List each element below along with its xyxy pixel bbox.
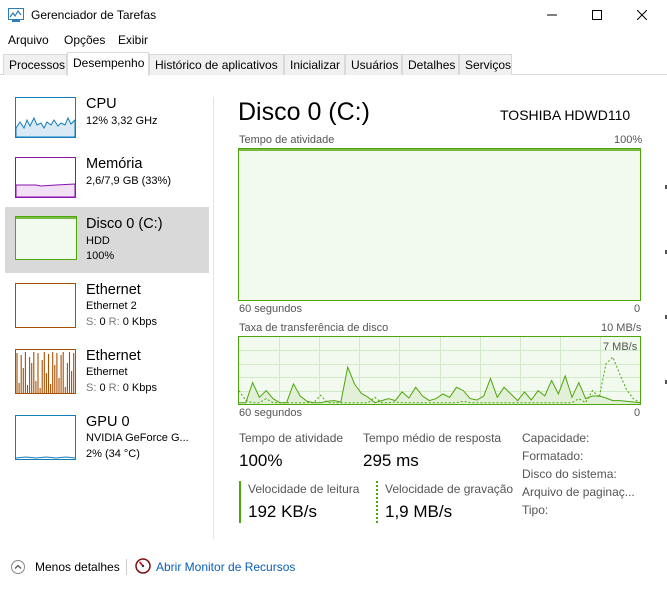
- transfer-graph-time: 60 segundos: [239, 407, 302, 419]
- menu-arquivo[interactable]: Arquivo: [8, 33, 49, 47]
- sidebar-item-ethernet-2[interactable]: Ethernet Ethernet 2 S: 0 R: 0 Kbps: [5, 279, 209, 343]
- transfer-graph-max: 10 MB/s: [601, 322, 642, 334]
- tab-processos[interactable]: Processos: [3, 54, 67, 75]
- gpu-title: GPU 0: [86, 414, 130, 430]
- maximize-button[interactable]: [574, 0, 620, 30]
- transfer-graph-min: 0: [634, 407, 641, 419]
- disk-model: TOSHIBA HDWD110: [500, 107, 631, 123]
- disk-type: HDD: [86, 235, 110, 247]
- memory-thumbnail: [15, 157, 76, 198]
- property-system-disk: Disco do sistema:: [522, 467, 617, 481]
- disk-usage: 100%: [86, 250, 115, 262]
- sidebar-item-cpu[interactable]: CPU 12% 3,32 GHz: [5, 93, 209, 157]
- ethernet-title: Ethernet: [86, 348, 141, 364]
- property-capacity: Capacidade:: [522, 431, 590, 445]
- ethernet-thumbnail: [15, 349, 76, 394]
- gpu-usage: 2% (34 °C): [86, 448, 140, 460]
- resource-monitor-icon[interactable]: [135, 558, 151, 574]
- memory-usage: 2,6/7,9 GB (33%): [86, 175, 171, 187]
- menu-opcoes[interactable]: Opções: [64, 33, 105, 47]
- activity-graph-label: Tempo de atividade: [239, 134, 335, 146]
- write-speed-indicator: [376, 481, 378, 523]
- property-page-file: Arquivo de paginaç...: [522, 485, 635, 499]
- disk-thumb-graph: [16, 217, 76, 259]
- chevron-up-icon[interactable]: [11, 560, 25, 574]
- close-button[interactable]: [619, 0, 665, 30]
- task-manager-icon: [8, 8, 24, 22]
- fewer-details-button[interactable]: Menos detalhes: [35, 560, 120, 574]
- sidebar-item-ethernet[interactable]: Ethernet Ethernet S: 0 R: 0 Kbps: [5, 345, 209, 409]
- activity-graph-plot: [239, 149, 640, 300]
- performance-sidebar: CPU 12% 3,32 GHz Memória 2,6/7,9 GB (33%…: [0, 93, 212, 473]
- open-resource-monitor-link[interactable]: Abrir Monitor de Recursos: [156, 560, 295, 574]
- transfer-graph: 7 MB/s: [238, 336, 641, 405]
- ethernet-2-throughput: S: 0 R: 0 Kbps: [86, 316, 157, 328]
- response-time-label: Tempo médio de resposta: [363, 431, 502, 445]
- write-speed-label: Velocidade de gravação: [385, 482, 514, 496]
- sidebar-item-gpu[interactable]: GPU 0 NVIDIA GeForce G... 2% (34 °C): [5, 411, 209, 475]
- ethernet-adapter: Ethernet: [86, 366, 128, 378]
- ethernet-2-adapter: Ethernet 2: [86, 300, 137, 312]
- memory-title: Memória: [86, 156, 143, 172]
- chevron-up-glyph: [14, 564, 22, 569]
- tab-historico[interactable]: Histórico de aplicativos: [149, 54, 284, 75]
- cpu-title: CPU: [86, 96, 117, 112]
- active-time-label: Tempo de atividade: [239, 431, 344, 445]
- menu-exibir[interactable]: Exibir: [118, 33, 148, 47]
- ethernet-2-title: Ethernet: [86, 282, 141, 298]
- cpu-usage: 12% 3,32 GHz: [86, 115, 158, 127]
- gpu-name: NVIDIA GeForce G...: [86, 432, 189, 444]
- tab-usuarios[interactable]: Usuários: [345, 54, 402, 75]
- activity-graph-min: 0: [634, 303, 641, 315]
- gpu-thumbnail: [15, 415, 76, 460]
- menu-bar: Arquivo Opções Exibir: [0, 30, 667, 50]
- tab-strip: Processos Desempenho Histórico de aplica…: [0, 52, 667, 76]
- maximize-icon: [592, 10, 602, 20]
- ethernet-throughput: S: 0 R: 0 Kbps: [86, 382, 157, 394]
- footer: Menos detalhes Abrir Monitor de Recursos: [0, 550, 667, 582]
- activity-graph-max: 100%: [614, 134, 643, 146]
- tab-inicializar[interactable]: Inicializar: [284, 54, 345, 75]
- memory-thumb-graph: [16, 183, 75, 197]
- read-speed-label: Velocidade de leitura: [248, 482, 360, 496]
- activity-graph-time: 60 segundos: [239, 303, 302, 315]
- read-speed-value: 192 KB/s: [248, 502, 317, 521]
- property-formatted: Formatado:: [522, 449, 584, 463]
- activity-area: [239, 150, 640, 300]
- sidebar-item-disk[interactable]: Disco 0 (C:) HDD 100%: [5, 207, 209, 273]
- close-icon: [637, 10, 647, 20]
- activity-graph: [238, 148, 641, 301]
- footer-separator: [126, 559, 127, 575]
- minimize-icon: [547, 14, 557, 16]
- transfer-graph-plot: [239, 337, 640, 404]
- transfer-graph-inner-label: 7 MB/s: [603, 341, 638, 353]
- window-title: Gerenciador de Tarefas: [31, 8, 157, 22]
- response-time-value: 295 ms: [363, 451, 419, 470]
- ethernet-2-thumbnail: [15, 283, 76, 328]
- window-edge-marks: [665, 185, 667, 384]
- read-speed-indicator: [239, 481, 241, 523]
- active-time-value: 100%: [239, 451, 283, 470]
- tab-servicos[interactable]: Serviços: [459, 54, 512, 75]
- panel-divider: [213, 97, 214, 539]
- gpu-thumb-graph: [16, 456, 75, 459]
- tab-desempenho[interactable]: Desempenho: [67, 52, 149, 76]
- minimize-button[interactable]: [529, 0, 575, 30]
- title-bar: Gerenciador de Tarefas: [0, 0, 667, 30]
- disk-thumbnail: [15, 216, 77, 260]
- cpu-thumbnail: [15, 97, 76, 138]
- ethernet-thumb-graph: [16, 352, 75, 393]
- write-speed-value: 1,9 MB/s: [385, 502, 453, 521]
- cpu-thumb-graph: [16, 116, 75, 137]
- page-title: Disco 0 (C:): [238, 98, 370, 126]
- property-type: Tipo:: [522, 503, 549, 517]
- disk-title: Disco 0 (C:): [86, 216, 163, 232]
- transfer-graph-label: Taxa de transferência de disco: [239, 322, 389, 334]
- tab-detalhes[interactable]: Detalhes: [402, 54, 459, 75]
